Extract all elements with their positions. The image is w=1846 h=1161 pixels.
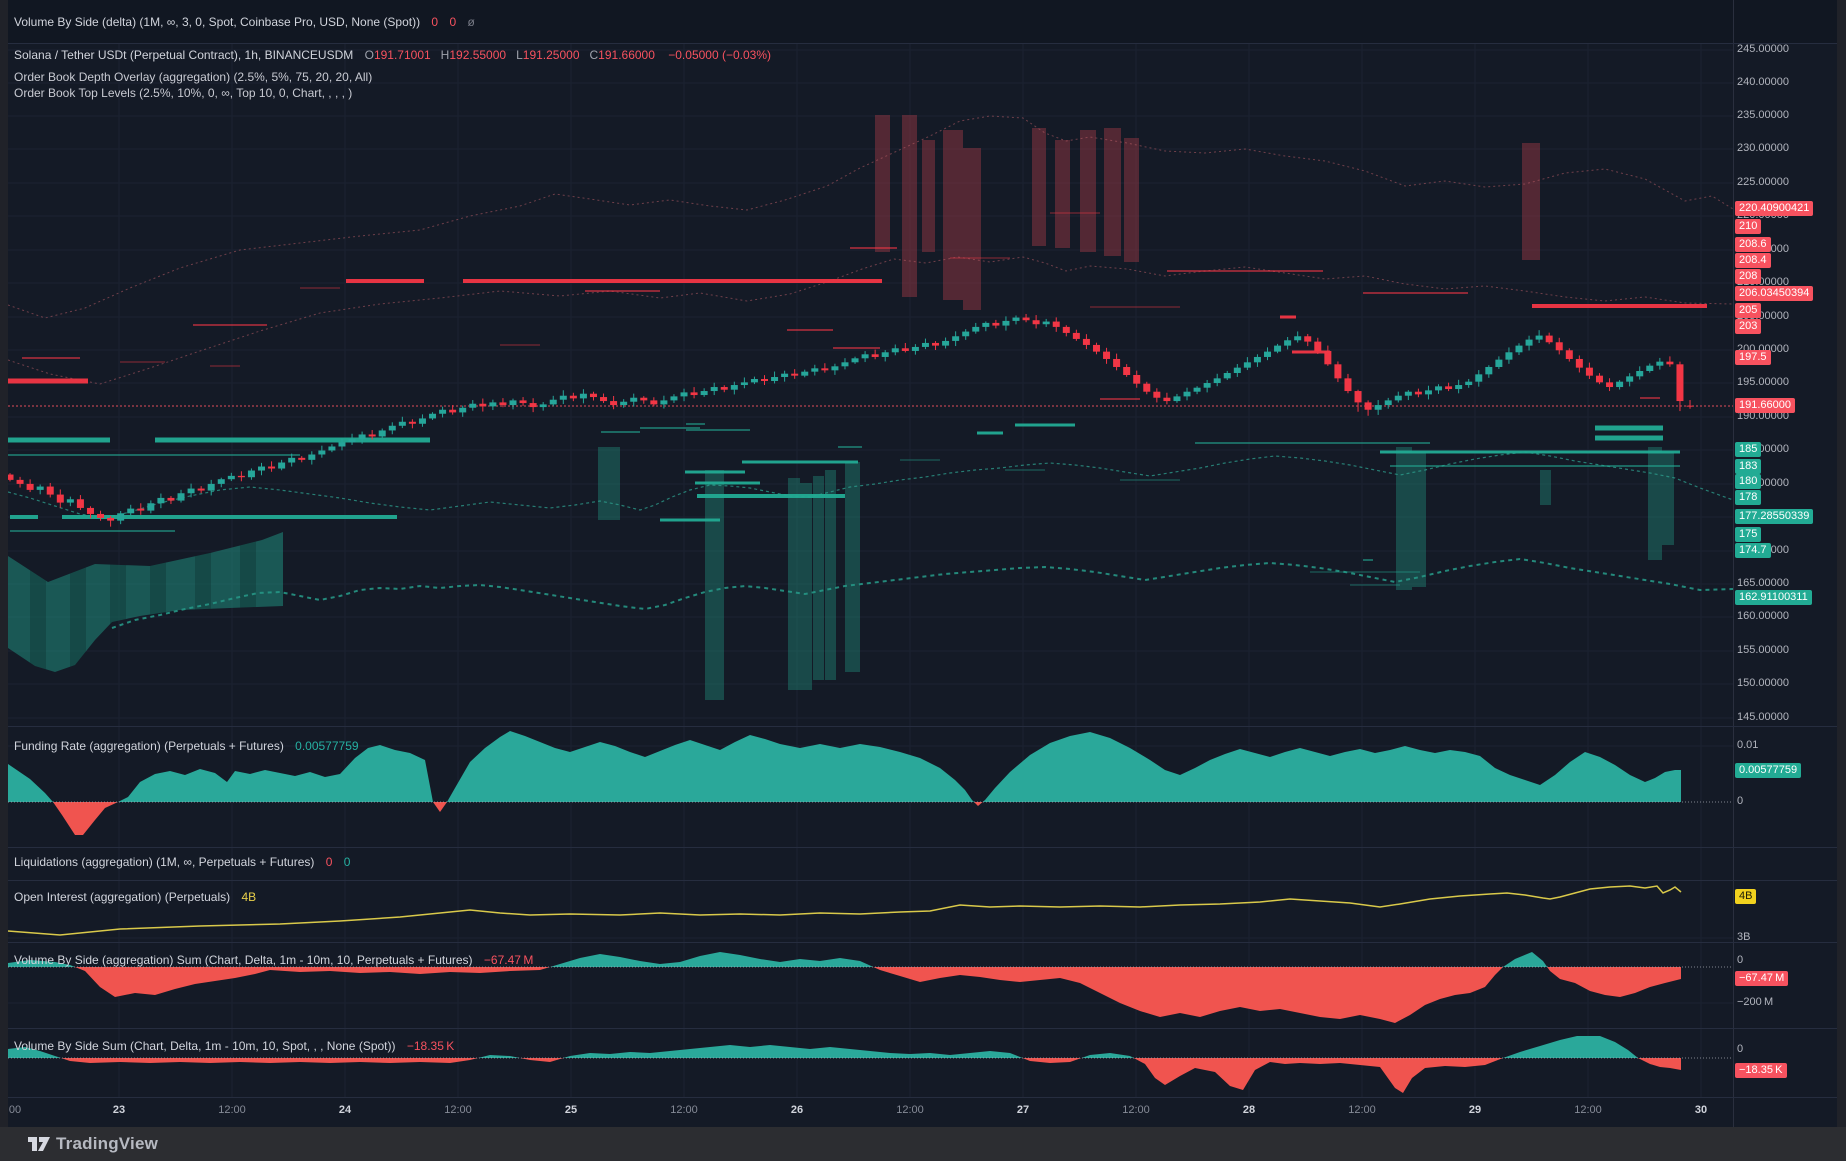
price-label[interactable]: −18.35 K: [1735, 1063, 1787, 1078]
top-levels-title: Order Book Top Levels (2.5%, 10%, 0, ∞, …: [14, 86, 352, 100]
price-label[interactable]: 230.00000: [1737, 141, 1789, 156]
pane-separator[interactable]: [8, 847, 1837, 848]
price-label[interactable]: 220.40900421: [1735, 201, 1813, 216]
time-label[interactable]: 12:00: [1348, 1104, 1376, 1116]
symbol-title: Solana / Tether USDt (Perpetual Contract…: [14, 48, 353, 62]
pane-separator[interactable]: [8, 726, 1837, 727]
price-label[interactable]: 206.03450394: [1735, 286, 1813, 301]
price-label[interactable]: −67.47 M: [1735, 971, 1788, 986]
symbol-header[interactable]: Solana / Tether USDt (Perpetual Contract…: [14, 48, 771, 62]
liquidations-title: Liquidations (aggregation) (1M, ∞, Perpe…: [14, 855, 314, 869]
time-label[interactable]: 12:00: [670, 1104, 698, 1116]
pane-separator[interactable]: [8, 1028, 1837, 1029]
price-label[interactable]: 208.6: [1735, 237, 1771, 252]
pane-header-vbs-agg[interactable]: Volume By Side (aggregation) Sum (Chart,…: [14, 953, 533, 967]
depth-overlay-title: Order Book Depth Overlay (aggregation) (…: [14, 70, 372, 84]
time-label[interactable]: 12:00: [896, 1104, 924, 1116]
price-label[interactable]: 183: [1735, 459, 1761, 474]
price-label[interactable]: 3B: [1737, 930, 1750, 945]
vbs-agg-value: −67.47 M: [484, 953, 533, 967]
price-label[interactable]: 180: [1735, 474, 1761, 489]
price-label[interactable]: 4B: [1735, 889, 1756, 904]
price-label[interactable]: 205: [1735, 303, 1761, 318]
price-label[interactable]: 197.5: [1735, 350, 1771, 365]
time-label[interactable]: 12:00: [218, 1104, 246, 1116]
price-label[interactable]: 177.28550339: [1735, 509, 1813, 524]
liquidations-value-short: 0: [344, 855, 351, 869]
pane-separator[interactable]: [8, 1097, 1837, 1098]
price-label[interactable]: 225.00000: [1737, 175, 1789, 190]
price-axis-border: [1733, 0, 1734, 1127]
time-label[interactable]: 00: [9, 1104, 21, 1116]
time-label[interactable]: 27: [1017, 1104, 1029, 1116]
vbs-agg-title: Volume By Side (aggregation) Sum (Chart,…: [14, 953, 473, 967]
price-label[interactable]: 0: [1737, 1042, 1743, 1057]
pane-header-vbs-spot[interactable]: Volume By Side Sum (Chart, Delta, 1m - 1…: [14, 1039, 454, 1053]
price-label[interactable]: 208.4: [1735, 253, 1771, 268]
price-label[interactable]: 160.00000: [1737, 609, 1789, 624]
time-label[interactable]: 23: [113, 1104, 125, 1116]
depth-mountain: [8, 520, 283, 680]
pane-header-volume-delta[interactable]: Volume By Side (delta) (1M, ∞, 3, 0, Spo…: [14, 15, 475, 29]
indicator-header-depth-overlay[interactable]: Order Book Depth Overlay (aggregation) (…: [14, 70, 372, 84]
pane-separator[interactable]: [8, 880, 1837, 881]
pane-header-liquidations[interactable]: Liquidations (aggregation) (1M, ∞, Perpe…: [14, 855, 350, 869]
price-label[interactable]: 208: [1735, 269, 1761, 284]
indicator-header-top-levels[interactable]: Order Book Top Levels (2.5%, 10%, 0, ∞, …: [14, 86, 352, 100]
time-label[interactable]: 24: [339, 1104, 351, 1116]
pane-separator[interactable]: [8, 942, 1837, 943]
time-label[interactable]: 26: [791, 1104, 803, 1116]
price-label[interactable]: 0.01: [1737, 738, 1758, 753]
time-label[interactable]: 12:00: [444, 1104, 472, 1116]
volume-delta-title: Volume By Side (delta) (1M, ∞, 3, 0, Spo…: [14, 15, 420, 29]
tradingview-chart-window: { "colors":{ "background":"#141a26","gri…: [0, 0, 1846, 1161]
time-label[interactable]: 30: [1695, 1104, 1707, 1116]
price-label[interactable]: 185: [1735, 442, 1761, 457]
price-label[interactable]: 0.00577759: [1735, 763, 1801, 778]
open-interest-value: 4B: [241, 890, 256, 904]
pane-separator[interactable]: [8, 43, 1837, 44]
ohlc-values: O191.71001H192.55000L191.25000C191.66000: [365, 48, 665, 62]
liquidations-value-long: 0: [326, 855, 333, 869]
time-label[interactable]: 25: [565, 1104, 577, 1116]
pane-header-funding[interactable]: Funding Rate (aggregation) (Perpetuals +…: [14, 739, 359, 753]
vbs-spot-value: −18.35 K: [407, 1039, 454, 1053]
change-value: −0.05000 (−0.03%): [668, 48, 771, 62]
price-label[interactable]: 203: [1735, 319, 1761, 334]
price-label[interactable]: 165.00000: [1737, 576, 1789, 591]
funding-value: 0.00577759: [295, 739, 358, 753]
price-label[interactable]: 150.00000: [1737, 676, 1789, 691]
price-label[interactable]: 178: [1735, 490, 1761, 505]
open-interest-title: Open Interest (aggregation) (Perpetuals): [14, 890, 230, 904]
price-label[interactable]: 155.00000: [1737, 643, 1789, 658]
price-label[interactable]: 235.00000: [1737, 108, 1789, 123]
price-label[interactable]: 210: [1735, 219, 1761, 234]
plot-layers: [7, 43, 1734, 1097]
tradingview-logo-icon[interactable]: [28, 1135, 50, 1153]
price-label[interactable]: 191.66000: [1735, 398, 1795, 413]
price-label[interactable]: 175: [1735, 527, 1761, 542]
volume-delta-value-sell: 0: [449, 15, 456, 29]
chart-canvas[interactable]: [0, 0, 1846, 1161]
price-label[interactable]: −200 M: [1737, 995, 1773, 1010]
time-label[interactable]: 12:00: [1122, 1104, 1150, 1116]
volume-delta-suffix: ø: [467, 15, 474, 29]
pane-header-open-interest[interactable]: Open Interest (aggregation) (Perpetuals)…: [14, 890, 256, 904]
time-label[interactable]: 12:00: [1574, 1104, 1602, 1116]
price-label[interactable]: 174.7: [1735, 543, 1771, 558]
vbs-spot-title: Volume By Side Sum (Chart, Delta, 1m - 1…: [14, 1039, 396, 1053]
time-label[interactable]: 28: [1243, 1104, 1255, 1116]
price-label[interactable]: 0: [1737, 953, 1743, 968]
time-label[interactable]: 29: [1469, 1104, 1481, 1116]
price-label[interactable]: 145.00000: [1737, 710, 1789, 725]
funding-title: Funding Rate (aggregation) (Perpetuals +…: [14, 739, 284, 753]
price-label[interactable]: 162.91100311: [1735, 590, 1812, 605]
price-label[interactable]: 245.00000: [1737, 42, 1789, 57]
price-label[interactable]: 195.00000: [1737, 375, 1789, 390]
volume-delta-value-buy: 0: [431, 15, 438, 29]
price-label[interactable]: 0: [1737, 794, 1743, 809]
price-label[interactable]: 240.00000: [1737, 75, 1789, 90]
